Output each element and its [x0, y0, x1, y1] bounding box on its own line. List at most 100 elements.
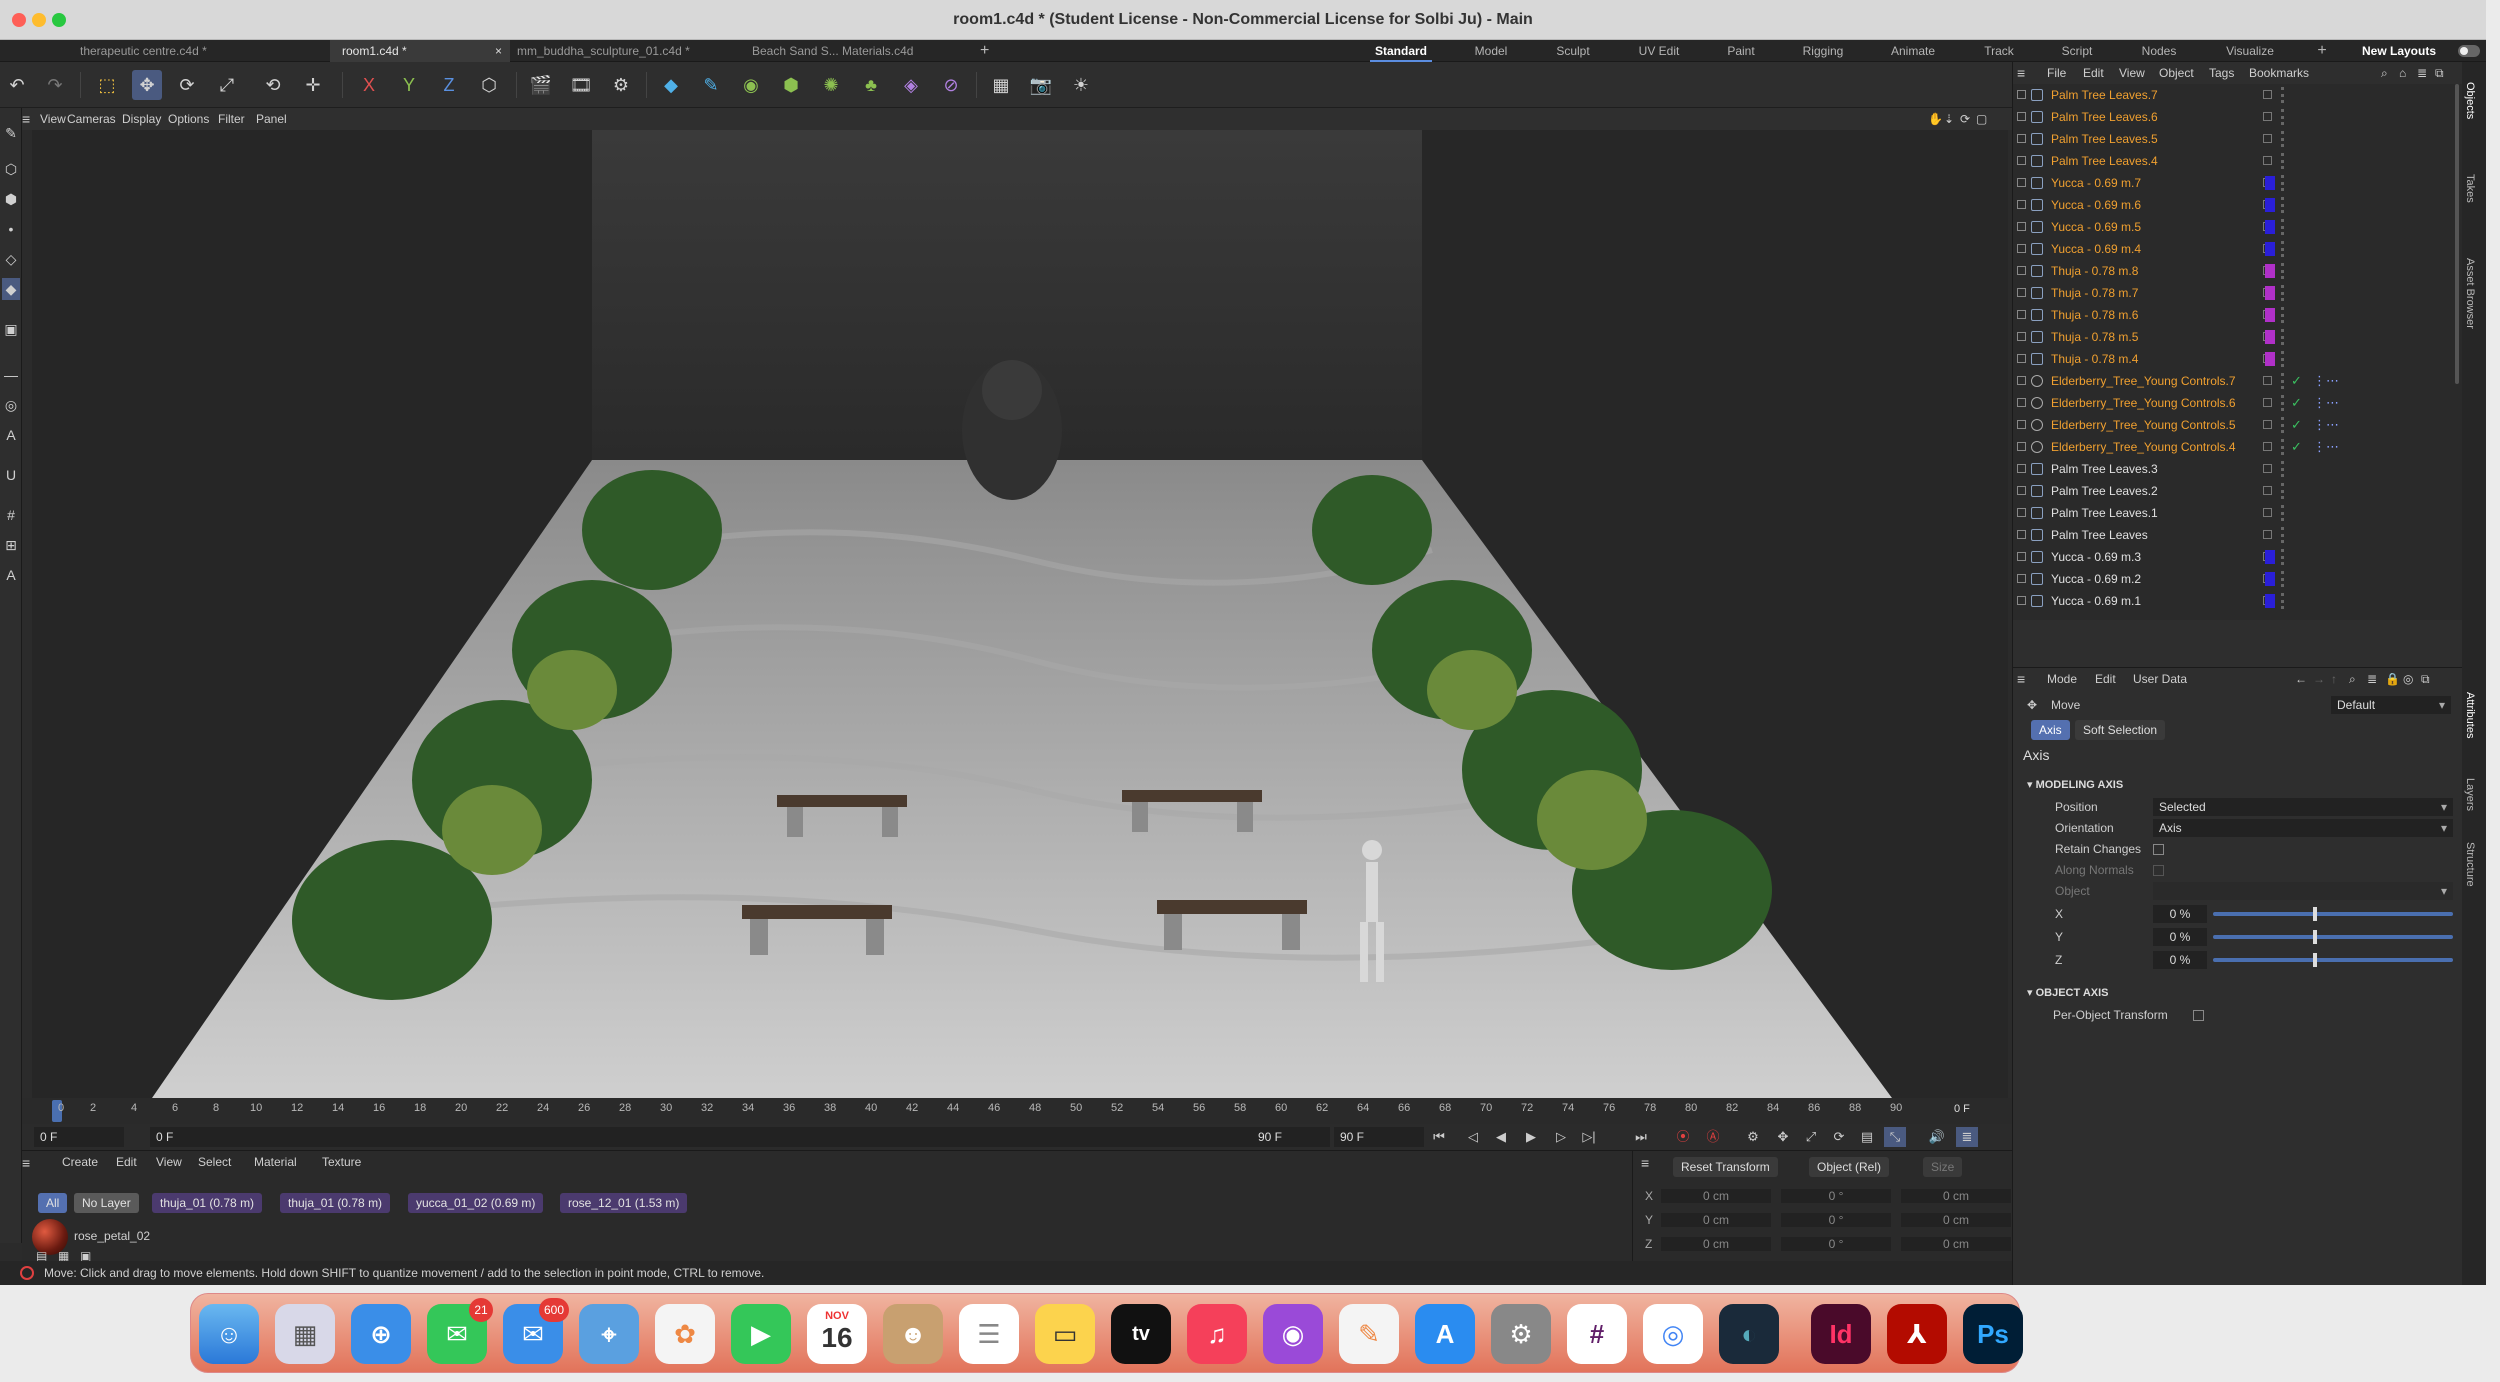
attribute-menu-user-data[interactable]: User Data: [2133, 668, 2187, 690]
object-row[interactable]: Yucca - 0.69 m.1: [2013, 590, 2453, 612]
up-arrow-icon[interactable]: ↑: [2331, 668, 2337, 690]
new-layouts-button[interactable]: New Layouts: [2362, 40, 2436, 62]
layout-nodes[interactable]: Nodes: [2128, 40, 2190, 62]
new-tab-button[interactable]: +: [980, 40, 989, 62]
object-row[interactable]: Palm Tree Leaves.2: [2013, 480, 2453, 502]
object-row[interactable]: Palm Tree Leaves.1: [2013, 502, 2453, 524]
expand-icon[interactable]: [2017, 442, 2026, 451]
toggle-view-icon[interactable]: ▢: [1976, 108, 1987, 130]
layout-track[interactable]: Track: [1968, 40, 2030, 62]
render-dots-icon[interactable]: [2281, 417, 2284, 433]
axis-y-slider[interactable]: [2213, 930, 2453, 944]
go-to-start-icon[interactable]: ⏮: [1428, 1127, 1450, 1147]
model-mode-icon[interactable]: ⬡: [2, 158, 20, 180]
layout-standard[interactable]: Standard: [1370, 40, 1432, 62]
coordinate-size-select[interactable]: Size: [1923, 1157, 1963, 1177]
visibility-toggle[interactable]: [2263, 112, 2272, 121]
rotate-tool-icon[interactable]: ⟳: [172, 70, 202, 100]
rotation-y-field[interactable]: 0 °: [1781, 1213, 1891, 1227]
keyframe-settings-icon[interactable]: ⚙: [1742, 1127, 1764, 1147]
object-row[interactable]: Thuja - 0.78 m.5: [2013, 326, 2453, 348]
key-position-icon[interactable]: ✥: [1772, 1127, 1794, 1147]
undo-icon[interactable]: ↶: [2, 70, 32, 100]
object-menu-file[interactable]: File: [2047, 62, 2066, 84]
object-name[interactable]: Palm Tree Leaves.3: [2051, 458, 2158, 480]
render-dots-icon[interactable]: [2281, 263, 2284, 279]
key-pla-icon[interactable]: ⤡: [1884, 1127, 1906, 1147]
recent-tool-icon[interactable]: ⟲: [258, 70, 288, 100]
layout-toggle-switch[interactable]: [2458, 45, 2480, 57]
render-dots-icon[interactable]: [2281, 527, 2284, 543]
xpresso-tag-icon[interactable]: ⋮⋯: [2313, 392, 2339, 414]
rotation-z-field[interactable]: 0 °: [1781, 1237, 1891, 1251]
attribute-menu-icon[interactable]: ≡: [2017, 668, 2025, 690]
key-parameter-icon[interactable]: ▤: [1856, 1127, 1878, 1147]
enabled-check-icon[interactable]: ✓: [2291, 436, 2302, 458]
photos-icon[interactable]: ✿: [655, 1304, 715, 1364]
slack-icon[interactable]: #: [1567, 1304, 1627, 1364]
timeline-options-icon[interactable]: ≣: [1956, 1127, 1978, 1147]
rotation-x-field[interactable]: 0 °: [1781, 1189, 1891, 1203]
viewport-menu-view[interactable]: View: [40, 108, 66, 130]
render-dots-icon[interactable]: [2281, 351, 2284, 367]
object-name[interactable]: Yucca - 0.69 m.7: [2051, 172, 2141, 194]
object-row[interactable]: Thuja - 0.78 m.6: [2013, 304, 2453, 326]
visibility-toggle[interactable]: [2263, 398, 2272, 407]
side-tab-takes[interactable]: Takes: [2464, 174, 2476, 203]
chrome-icon[interactable]: ◎: [1643, 1304, 1703, 1364]
cloner-icon[interactable]: ✺: [816, 70, 846, 100]
layout-sculpt[interactable]: Sculpt: [1542, 40, 1604, 62]
render-dots-icon[interactable]: [2281, 197, 2284, 213]
layout-animate[interactable]: Animate: [1880, 40, 1946, 62]
magnet-snap-icon[interactable]: U: [2, 464, 20, 486]
app-store-icon[interactable]: A: [1415, 1304, 1475, 1364]
layout-visualize[interactable]: Visualize: [2212, 40, 2288, 62]
make-editable-icon[interactable]: ✎: [2, 122, 20, 144]
render-dots-icon[interactable]: [2281, 329, 2284, 345]
object-row[interactable]: Yucca - 0.69 m.7: [2013, 172, 2453, 194]
mail-icon[interactable]: ✉ 600: [503, 1298, 569, 1364]
layout-model[interactable]: Model: [1460, 40, 1522, 62]
side-tab-structure[interactable]: Structure: [2464, 842, 2476, 887]
text-icon[interactable]: A: [2, 424, 20, 446]
object-name[interactable]: Palm Tree Leaves.1: [2051, 502, 2158, 524]
object-name[interactable]: Thuja - 0.78 m.4: [2051, 348, 2138, 370]
pan-view-icon[interactable]: ✋: [1928, 108, 1943, 130]
object-link-field[interactable]: [2153, 882, 2453, 900]
previous-key-icon[interactable]: ◁: [1462, 1127, 1484, 1147]
expand-icon[interactable]: [2017, 222, 2026, 231]
xpresso-tag-icon[interactable]: ⋮⋯: [2313, 414, 2339, 436]
expand-icon[interactable]: [2017, 90, 2026, 99]
tab-room1[interactable]: room1.c4d * ×: [330, 40, 510, 62]
render-dots-icon[interactable]: [2281, 571, 2284, 587]
object-menu-edit[interactable]: Edit: [2083, 62, 2104, 84]
object-row[interactable]: Thuja - 0.78 m.4: [2013, 348, 2453, 370]
close-window-button[interactable]: [12, 13, 26, 27]
calendar-icon[interactable]: NOV 16: [807, 1304, 867, 1364]
object-row[interactable]: Yucca - 0.69 m.5: [2013, 216, 2453, 238]
record-icon[interactable]: ⦿: [1672, 1127, 1694, 1147]
render-dots-icon[interactable]: [2281, 593, 2284, 609]
pages-icon[interactable]: ✎: [1339, 1304, 1399, 1364]
autokey-icon[interactable]: Ⓐ: [1702, 1127, 1724, 1147]
render-dots-icon[interactable]: [2281, 175, 2284, 191]
layout-script[interactable]: Script: [2046, 40, 2108, 62]
axis-x-field[interactable]: 0 %: [2153, 905, 2207, 923]
layer-color-swatch[interactable]: [2265, 286, 2275, 300]
layer-filter-no-layer[interactable]: No Layer: [74, 1193, 139, 1213]
side-tab-attributes[interactable]: Attributes: [2464, 692, 2476, 738]
layer-color-swatch[interactable]: [2265, 352, 2275, 366]
axis-y-field[interactable]: 0 %: [2153, 928, 2207, 946]
side-tab-asset-browser[interactable]: Asset Browser: [2464, 258, 2476, 329]
redo-icon[interactable]: ↷: [40, 70, 70, 100]
field-icon[interactable]: ⊘: [936, 70, 966, 100]
tab-beach-sand[interactable]: Beach Sand S... Materials.c4d: [740, 40, 960, 62]
grid-snap-icon[interactable]: ⊞: [2, 534, 20, 556]
axis-z-field[interactable]: 0 %: [2153, 951, 2207, 969]
tab-therapeutic-centre[interactable]: therapeutic centre.c4d *: [68, 40, 258, 62]
key-rotation-icon[interactable]: ⟳: [1828, 1127, 1850, 1147]
object-name[interactable]: Palm Tree Leaves.7: [2051, 84, 2158, 106]
tab-soft-selection[interactable]: Soft Selection: [2075, 720, 2166, 740]
object-name[interactable]: Yucca - 0.69 m.4: [2051, 238, 2141, 260]
search-icon[interactable]: ⌕: [2349, 668, 2356, 690]
